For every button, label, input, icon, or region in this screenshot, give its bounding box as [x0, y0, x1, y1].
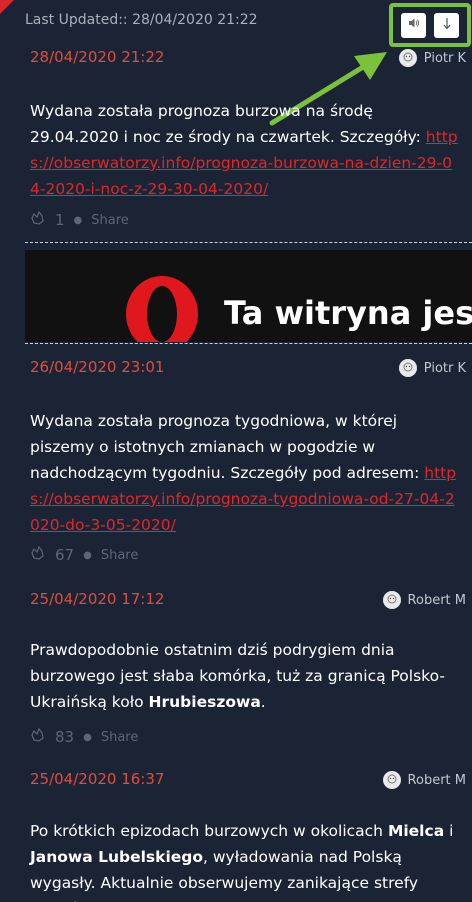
post-time: 28/04/2020 21:22 [30, 48, 165, 66]
separator-dot: ● [83, 549, 92, 561]
post-text: i [449, 822, 454, 840]
author-name: Piotr K [423, 50, 466, 66]
down-arrow-icon [442, 17, 452, 34]
avatar [398, 359, 417, 377]
post-author[interactable]: Piotr K [398, 49, 466, 67]
controls-highlight [389, 3, 471, 47]
post-body: Wydana została prognoza tygodniowa, w kt… [30, 408, 460, 538]
scroll-down-button[interactable] [434, 12, 459, 38]
post-body: Prawdopodobnie ostatnim dziś podrygiem d… [30, 637, 460, 715]
share-button[interactable]: Share [101, 548, 139, 563]
avatar [382, 591, 401, 609]
last-updated-text: Last Updated:: 28/04/2020 21:22 [25, 12, 258, 28]
clap-icon[interactable] [30, 210, 46, 230]
post-meta: 67 ● Share [30, 545, 138, 565]
post-time: 26/04/2020 23:01 [30, 358, 165, 376]
post-author[interactable]: Robert M [382, 771, 466, 789]
separator-dot: ● [73, 214, 83, 226]
speaker-icon [408, 17, 420, 33]
post-time: 25/04/2020 16:37 [30, 770, 165, 788]
avatar [382, 771, 401, 789]
divider [25, 242, 472, 243]
opera-logo-icon [126, 276, 198, 342]
post-body: Wydana została prognoza burzowa na środę… [30, 98, 460, 202]
corner-ribbon [0, 0, 14, 14]
sound-toggle-button[interactable] [401, 12, 426, 38]
separator-dot: ● [83, 731, 92, 743]
post-text: Wydana została prognoza burzowa na środę… [30, 102, 421, 146]
like-count: 1 [55, 211, 65, 229]
post-bold-place: Janowa Lubelskiego [30, 848, 204, 866]
post-bold-place: Hrubieszowa [148, 693, 261, 711]
post-time: 25/04/2020 17:12 [30, 590, 165, 608]
author-name: Robert M [407, 772, 466, 788]
author-name: Piotr K [423, 360, 466, 376]
post-meta: 1 ● Share [30, 210, 129, 230]
ad-text: Ta witryna jest n [224, 294, 472, 332]
clap-icon[interactable] [30, 545, 46, 565]
post-body: Po krótkich epizodach burzowych w okolic… [30, 818, 460, 902]
avatar [398, 49, 417, 67]
like-count: 67 [55, 546, 75, 564]
clap-icon[interactable] [30, 727, 46, 747]
post-meta: 83 ● Share [30, 727, 138, 747]
post-bold-place: Mielca [387, 822, 445, 840]
ad-banner[interactable]: Ta witryna jest n [25, 250, 472, 342]
post-text: Wydana została prognoza tygodniowa, w kt… [30, 412, 420, 482]
like-count: 83 [55, 728, 75, 746]
post-text-end: . [260, 693, 266, 711]
divider [25, 343, 472, 344]
author-name: Robert M [407, 592, 466, 608]
share-button[interactable]: Share [101, 730, 139, 745]
share-button[interactable]: Share [91, 213, 129, 228]
post-text: Po krótkich epizodach burzowych w okolic… [30, 822, 383, 840]
post-author[interactable]: Robert M [382, 591, 466, 609]
post-author[interactable]: Piotr K [398, 359, 466, 377]
